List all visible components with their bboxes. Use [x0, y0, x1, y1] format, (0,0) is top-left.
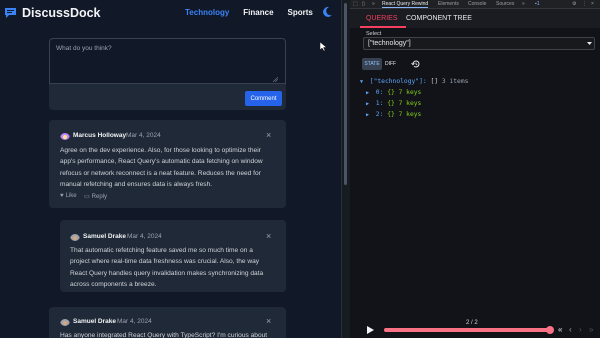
more-tabs-icon[interactable]: » [522, 1, 525, 7]
rewind-icon[interactable]: « [558, 325, 562, 334]
comment-line: manual refetching and ensures data is al… [60, 181, 213, 189]
kebab-menu-icon[interactable]: ⋮ [582, 1, 587, 7]
device-icon[interactable]: ▯ [362, 1, 365, 7]
comment-line: app's performance, React Query's automat… [60, 158, 263, 166]
comment-body: Has anyone integrated React Query with T… [60, 330, 267, 338]
nav-technology[interactable]: Technology [185, 8, 229, 17]
comment-button[interactable]: Comment [245, 91, 282, 106]
comment-line: Agree on the dev experience. Also, for t… [60, 147, 261, 154]
resize-grip-icon[interactable] [273, 77, 278, 82]
issues-count: 1 [536, 1, 540, 7]
query-select[interactable]: ["technology"] [363, 37, 595, 50]
timeline-fill [384, 328, 552, 332]
tab-elements[interactable]: Elements [438, 1, 459, 7]
avatar [60, 316, 70, 326]
comment-line: project where real-time data freshness w… [70, 258, 260, 266]
tree-item-row[interactable]: ▶ 2: {} 7 keys [366, 111, 421, 118]
comment-author: Marcus Holloway [73, 132, 127, 139]
tree-item-row[interactable]: ▶ 1: {} 7 keys [366, 100, 421, 107]
comment-line: Has anyone integrated React Query with T… [60, 332, 268, 338]
gear-icon[interactable]: ⚙ [572, 1, 576, 7]
tree-brace: {} [387, 100, 395, 107]
tab-component-tree[interactable]: COMPONENT TREE [406, 15, 472, 22]
comment-line: across components a breeze. [70, 281, 157, 289]
comment-line: That automatic refetching feature saved … [70, 247, 253, 254]
like-button[interactable]: ♥ Like [60, 193, 77, 199]
heart-icon: ♥ [60, 193, 64, 199]
page-scrollbar-thumb[interactable] [344, 3, 347, 185]
devtools-panel: ⬚ ▯ » React Query Rewind Elements Consol… [350, 0, 600, 338]
comment-line: React Query handles query invalidation m… [70, 269, 264, 277]
tree-count: 3 items [441, 78, 469, 85]
nav-links: Technology Finance Sports [185, 8, 313, 17]
avatar [60, 130, 70, 140]
tree-count: 7 keys [398, 111, 422, 118]
caret-right-icon[interactable]: ▶ [366, 112, 372, 118]
like-label: Like [65, 193, 77, 199]
tree-key: ["technology"] [369, 78, 423, 85]
comment-body: That automatic refetching feature saved … [70, 245, 263, 291]
chat-bubble-icon [5, 8, 16, 18]
caret-right-icon[interactable]: ▶ [366, 101, 372, 107]
tab-react-query-rewind[interactable]: React Query Rewind [382, 1, 429, 8]
avatar [70, 231, 80, 241]
view-diff-button[interactable]: DIFF [385, 58, 399, 70]
tree-brace: {} [387, 111, 395, 118]
mouse-cursor-icon [320, 42, 327, 52]
tree-brace: [] [430, 78, 439, 85]
tab-sources[interactable]: Sources [496, 1, 514, 7]
timeline-handle[interactable] [546, 326, 554, 334]
caret-down-icon[interactable]: ▼ [360, 79, 366, 85]
reply-button[interactable]: ▭ Reply [84, 193, 108, 201]
discussdock-app: DiscussDock Technology Finance Sports Co… [0, 0, 341, 338]
navbar: DiscussDock Technology Finance Sports [0, 0, 341, 27]
tree-item-row[interactable]: ▶ 0: {} 7 keys [366, 89, 421, 96]
step-forward-icon[interactable]: › [579, 325, 582, 334]
moon-icon[interactable] [321, 6, 333, 18]
close-icon[interactable]: × [266, 232, 271, 241]
fast-forward-icon[interactable]: » [589, 325, 593, 334]
comment-textarea[interactable] [49, 38, 286, 84]
step-back-icon[interactable]: ‹ [569, 325, 572, 334]
tab-console[interactable]: Console [468, 1, 486, 7]
history-icon[interactable] [411, 59, 421, 69]
active-tab-indicator [360, 26, 406, 28]
caret-down-icon [587, 42, 592, 45]
close-icon[interactable]: × [266, 317, 271, 326]
tree-count: 7 keys [398, 89, 422, 96]
brand-name: DiscussDock [22, 6, 101, 20]
caret-right-icon[interactable]: ▶ [366, 90, 372, 96]
more-tabs-icon[interactable]: » [372, 1, 375, 7]
reply-icon: ▭ [84, 194, 90, 200]
nav-finance[interactable]: Finance [243, 8, 273, 17]
inspect-icon[interactable]: ⬚ [353, 1, 358, 7]
comment-date: Mar 4, 2024 [127, 233, 162, 240]
tab-queries[interactable]: QUERIES [366, 15, 398, 22]
play-icon[interactable] [367, 326, 374, 334]
comment-line: refocus or network reconnect is a neat f… [60, 169, 261, 177]
comment-body: Agree on the dev experience. Also, for t… [60, 145, 263, 191]
reply-label: Reply [91, 193, 108, 200]
issues-badge[interactable]: ▪1 [535, 1, 540, 7]
close-icon[interactable]: × [591, 1, 594, 7]
tree-count: 7 keys [398, 100, 422, 107]
query-select-value: ["technology"] [368, 40, 411, 47]
comment-date: Mar 4, 2024 [117, 318, 152, 325]
devtools-tabbar: ⬚ ▯ » React Query Rewind Elements Consol… [350, 0, 600, 9]
tree-brace: {} [387, 89, 395, 96]
view-state-button[interactable]: STATE [362, 58, 382, 70]
tree-root-row[interactable]: ▼ ["technology"]: [] 3 items [360, 78, 468, 85]
comment-date: Mar 4, 2024 [126, 132, 161, 139]
step-counter: 2 / 2 [466, 320, 478, 326]
comment-author: Samuel Drake [83, 233, 126, 240]
close-icon[interactable]: × [266, 131, 271, 140]
brand[interactable]: DiscussDock [4, 6, 101, 20]
comment-author: Samuel Drake [73, 318, 116, 325]
timeline-slider[interactable] [384, 326, 554, 334]
nav-sports[interactable]: Sports [288, 8, 313, 17]
